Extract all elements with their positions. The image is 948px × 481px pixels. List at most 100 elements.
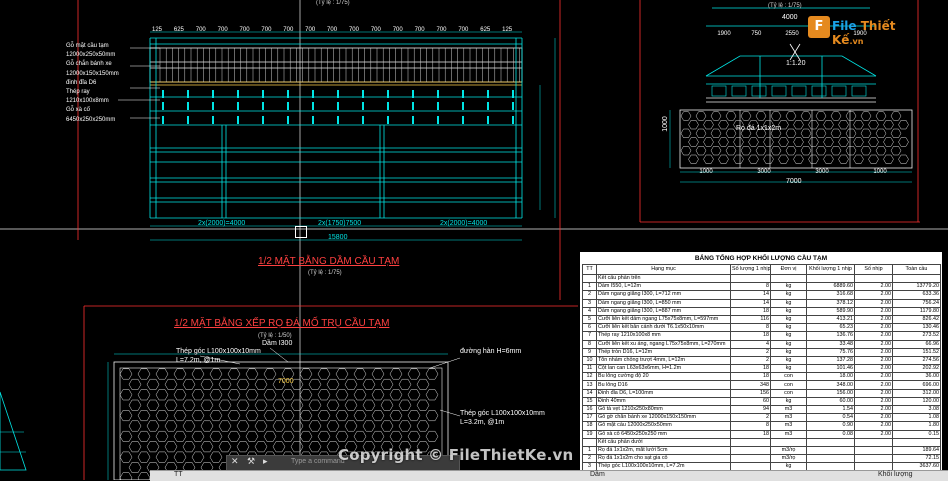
table-cell: Đinh 40mm (596, 396, 731, 407)
gabion-mesh-cell (254, 399, 268, 411)
gabion-mesh-cell (793, 120, 804, 130)
dim-label: 2550 (785, 31, 799, 37)
bolt-mark (312, 102, 314, 110)
bolt-mark (212, 116, 214, 124)
bolt-mark (462, 90, 464, 98)
bolt-mark (487, 90, 489, 98)
bolt-mark (387, 90, 389, 98)
table-cell: Cưỡi liên kết bản cánh dưới T6.1x50x10mm (596, 323, 731, 333)
gabion-mesh-cell (137, 410, 151, 422)
gabion-mesh-cell (335, 430, 349, 442)
table-row: 1 Dầm I550, L=12m 8 kg 6889.60 2.00 13779.20 (582, 282, 941, 292)
gabion-mesh-cell (263, 410, 277, 422)
gabion-mesh-cell (718, 137, 729, 147)
table-row: 14 Đinh đỉa D6, L=100mm 156 con 156.00 2.00 31… (582, 388, 941, 398)
pier-callout-5: Thép góc L100x100x10mm (460, 410, 545, 417)
i300-beam-section (831, 85, 847, 97)
dim-label: 125 (502, 27, 513, 33)
callout-label: 12000x150x150mm (66, 70, 119, 77)
gabion-mesh-cell (191, 451, 205, 463)
table-row: 1 Rọ đá 1x1x2m, mắt lưới 5cm m3/rọ 189.64 (582, 445, 941, 456)
gabion-mesh-cell (326, 399, 340, 411)
gabion-mesh-cell (353, 430, 367, 442)
bolt-mark (287, 116, 289, 124)
table-cell: 18 (730, 331, 771, 341)
bolt-mark (312, 116, 314, 124)
dim-label: 3000 (757, 169, 771, 175)
gabion-mesh-cell (688, 137, 699, 147)
gabion-mesh-cell (200, 399, 214, 411)
i300-beam-section (791, 85, 807, 97)
table-cell: 75.76 (806, 347, 855, 357)
gabion-mesh-cell (823, 137, 834, 147)
gabion-mesh-cell (845, 128, 857, 138)
gabion-mesh-cell (164, 441, 178, 453)
gabion-mesh-cell (853, 137, 864, 147)
gabion-mesh-cell (281, 389, 295, 401)
gabion-mesh-cell (688, 154, 699, 164)
gabion-mesh-cell (164, 399, 178, 411)
gabion-mesh-cell (137, 430, 151, 442)
gabion-mesh-cell (191, 430, 205, 442)
table-cell: 1.08 (892, 413, 941, 423)
command-input[interactable]: Type a command (291, 458, 345, 465)
table-header-cell: Số nhịp (854, 264, 893, 275)
table-cell: con (770, 388, 807, 398)
gabion-mesh-cell (380, 399, 394, 411)
callout-label: 12000x250x50mm (66, 52, 116, 59)
table-row: 15 Đinh 40mm 60 kg 60.00 2.00 120.00 (582, 396, 941, 407)
table-cell: Gỗ xà cố 6450x250x250 mm (596, 429, 731, 439)
table-cell: 18 (582, 421, 597, 431)
table-cell (806, 437, 855, 447)
gabion-mesh-cell (263, 430, 277, 442)
gabion-mesh-cell (733, 154, 744, 164)
gabion-mesh-cell (680, 111, 692, 121)
table-cell (730, 454, 771, 464)
gabion-mesh-cell (173, 368, 187, 380)
plan-girder-scale: (Tỷ lệ : 1/75) (308, 270, 342, 276)
i300-beam-section (711, 85, 727, 97)
bolt-mark (487, 116, 489, 124)
table-cell: 1 (582, 282, 597, 292)
gabion-mesh-cell (209, 389, 223, 401)
gabion-mesh-cell (173, 410, 187, 422)
gabion-mesh-cell (155, 451, 169, 463)
site-logo: F File Thiết Kế.vn (808, 14, 920, 47)
table-cell: 2.00 (854, 372, 893, 382)
table-cell: kg (770, 355, 807, 366)
logo-domain: .vn (849, 37, 864, 46)
dim-label: 700 (327, 27, 338, 33)
table-cell: kg (770, 323, 807, 333)
gabion-mesh-cell (227, 430, 241, 442)
gabion-mesh-cell (793, 154, 804, 164)
gabion-mesh-cell (808, 120, 819, 130)
gabion-mesh-cell (299, 410, 313, 422)
table-row: 16 Gỗ tà vẹt 1210x250x80mm 94 m3 1.54 2.00 3.0… (582, 404, 941, 415)
table-cell: 0.54 (806, 413, 855, 423)
gabion-mesh-cell (860, 128, 872, 138)
table-cell: 2.00 (854, 413, 893, 423)
table-cell: 136.76 (806, 331, 855, 341)
dim-label: 700 (305, 27, 316, 33)
bolt-mark (262, 102, 264, 110)
table-cell: 2.00 (854, 388, 893, 398)
gabion-mesh-cell (173, 389, 187, 401)
logo-text-file: File (832, 19, 857, 33)
table-cell (854, 437, 893, 447)
gabion-mesh-cell (883, 137, 894, 147)
bolt-mark (362, 102, 364, 110)
table-cell (854, 454, 893, 464)
table-cell: 72.15 (892, 454, 941, 464)
table-cell: 10 (582, 355, 597, 366)
table-cell: 3 (582, 298, 597, 308)
gabion-mesh-cell (868, 137, 879, 147)
bolt-mark (237, 102, 239, 110)
rock-basket-label: Rọ đá 1x1x2m (736, 125, 782, 132)
close-icon[interactable]: ✕ (231, 457, 239, 467)
table-cell: Dầm I550, L=12m (596, 282, 731, 292)
table-cell: 2.00 (854, 364, 893, 374)
table-cell: 8 (730, 421, 771, 431)
history-icon[interactable]: ▸ (263, 457, 268, 467)
wrench-icon[interactable]: ⚒ (247, 457, 255, 467)
gabion-mesh-cell (146, 420, 160, 432)
